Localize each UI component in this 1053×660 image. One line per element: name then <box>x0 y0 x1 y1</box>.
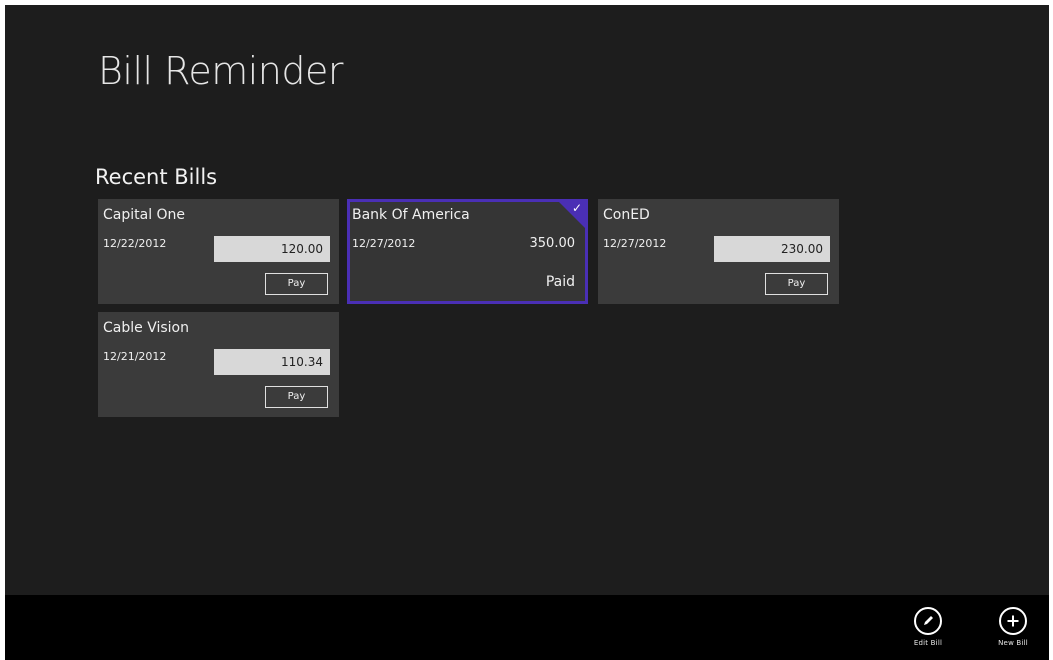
bill-tile-coned[interactable]: ConED 12/27/2012 230.00 Pay <box>598 199 839 304</box>
bill-amount-field[interactable]: 120.00 <box>214 236 330 262</box>
app-bar: Edit Bill New Bill <box>5 595 1049 660</box>
new-bill-label: New Bill <box>998 639 1028 647</box>
bill-date: 12/27/2012 <box>603 237 667 250</box>
pencil-icon <box>914 607 942 635</box>
bill-date: 12/21/2012 <box>103 350 167 363</box>
pay-button[interactable]: Pay <box>265 386 328 408</box>
bill-date: 12/27/2012 <box>352 237 416 250</box>
edit-bill-label: Edit Bill <box>913 639 943 647</box>
bill-tile-cable-vision[interactable]: Cable Vision 12/21/2012 110.34 Pay <box>98 312 339 417</box>
bill-name: ConED <box>603 207 650 223</box>
app-screen: Bill Reminder Recent Bills Capital One 1… <box>5 5 1049 660</box>
bill-tile-bank-of-america[interactable]: Bank Of America 12/27/2012 350.00 Paid ✓ <box>347 199 588 304</box>
edit-bill-button[interactable]: Edit Bill <box>898 607 958 647</box>
pay-button[interactable]: Pay <box>765 273 828 295</box>
checkmark-icon: ✓ <box>571 201 582 215</box>
plus-icon <box>999 607 1027 635</box>
bill-date: 12/22/2012 <box>103 237 167 250</box>
bill-name: Cable Vision <box>103 320 189 336</box>
section-title-recent-bills: Recent Bills <box>95 165 218 189</box>
pay-button[interactable]: Pay <box>265 273 328 295</box>
bill-name: Bank Of America <box>352 207 470 223</box>
bill-name: Capital One <box>103 207 186 223</box>
bill-amount-field[interactable]: 110.34 <box>214 349 330 375</box>
bill-tile-capital-one[interactable]: Capital One 12/22/2012 120.00 Pay <box>98 199 339 304</box>
bill-amount-field[interactable]: 230.00 <box>714 236 830 262</box>
new-bill-button[interactable]: New Bill <box>983 607 1043 647</box>
bill-amount: 350.00 <box>529 236 576 251</box>
app-title: Bill Reminder <box>98 49 344 93</box>
paid-status-label: Paid <box>545 274 575 290</box>
